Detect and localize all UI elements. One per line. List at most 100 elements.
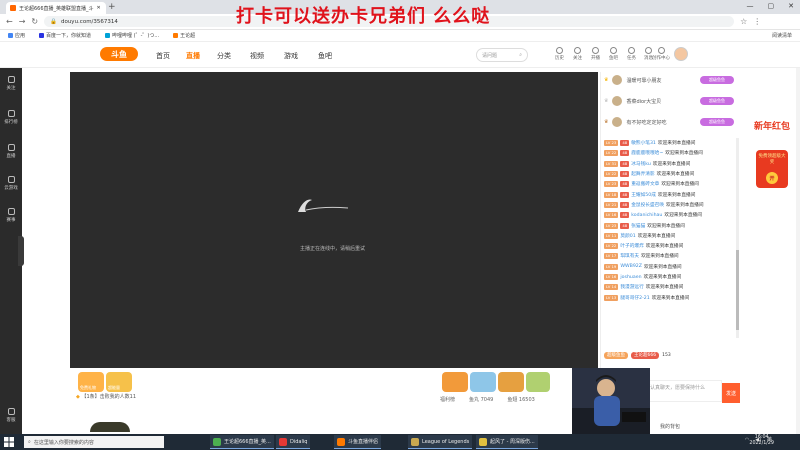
nav-live[interactable]: 直播 [186, 51, 200, 61]
gift-label: 超能量 [108, 385, 120, 390]
chat-username[interactable]: joshuaen [620, 275, 641, 280]
chat-username[interactable]: 叶子的爆炸 [620, 243, 643, 249]
taskbar-clock[interactable]: 16:04 2022/1/29 [749, 435, 774, 447]
loading-swoosh-icon [298, 199, 349, 212]
gift-item-1[interactable] [442, 372, 468, 392]
new-tab-button[interactable]: + [108, 2, 116, 12]
close-window-button[interactable]: ✕ [788, 2, 794, 10]
maximize-button[interactable]: ▢ [768, 2, 775, 10]
reading-list[interactable]: 阅读清单 [772, 32, 792, 39]
back-icon[interactable]: ← [6, 17, 13, 26]
user-level-badge: LV 21 [604, 201, 619, 208]
page-scrollbar[interactable] [796, 68, 800, 434]
site-favicon-icon [10, 5, 16, 11]
nav-game[interactable]: 游戏 [284, 51, 298, 61]
crown-icon: ♛ [604, 119, 609, 125]
sidebar-item-rank[interactable]: 排行榜 [0, 110, 22, 125]
sidebar-collapse-handle[interactable] [18, 236, 24, 266]
footer-count: 153 [662, 352, 671, 358]
chat-username[interactable]: 起舞弄清影 [631, 171, 654, 177]
tab-close-icon[interactable]: ✕ [97, 5, 101, 11]
new-year-red-packet-title[interactable]: 新年红包 [754, 122, 790, 132]
browser-tab[interactable]: 王论超666直播_英雄联盟直播_斗 ✕ [6, 2, 106, 14]
header-follow[interactable]: 关注 [573, 47, 582, 61]
chat-username[interactable]: 敏熊小笔31 [631, 140, 656, 146]
sidebar-item-cloudgame[interactable]: 云游戏 [0, 176, 22, 191]
windows-start-icon[interactable] [4, 437, 14, 447]
chat-username[interactable]: 张猫猫 [631, 223, 645, 229]
sidebar-item-live[interactable]: 直播 [0, 144, 22, 159]
sidebar-item-support[interactable]: 客服 [0, 408, 22, 423]
user-level-badge: LV 17 [604, 253, 619, 260]
chat-username[interactable]: 王耀如50成 [631, 192, 656, 198]
bookmark-label: 哔哩哔哩 (゜-゜)つ... [112, 33, 160, 39]
user-level-badge: LV 13 [604, 294, 619, 301]
bookmark-baidu[interactable]: 百度一下，你就知道 [39, 32, 91, 39]
chat-username[interactable]: 冰马钱ku [631, 161, 651, 167]
header-live[interactable]: 开播 [591, 47, 600, 61]
video-player[interactable] [70, 72, 598, 368]
chat-message: LV 18 48 王耀如50成 欢迎来到本直播间 [604, 189, 740, 199]
bookmark-apps[interactable]: 应用 [8, 32, 25, 39]
search-input[interactable]: 请问题 ⌕ [476, 48, 528, 62]
taskbar-app-label: 斗鱼直播伴侣 [348, 439, 379, 445]
bookmark-wlc[interactable]: 王论超 [173, 32, 195, 39]
free-gift-button[interactable]: 免费礼物 [78, 372, 104, 392]
anchor-badge-icon [90, 422, 130, 432]
taskbar-app-music[interactable]: 起风了 - 周深版伤... [476, 435, 538, 449]
minimize-button[interactable]: — [747, 2, 754, 10]
backpack-link[interactable]: 我的背包 [660, 423, 680, 430]
star-icon[interactable]: ☆ [740, 17, 747, 26]
gift-item-3[interactable] [498, 372, 524, 392]
user-avatar[interactable] [674, 47, 688, 61]
gift-item-2[interactable] [470, 372, 496, 392]
chat-username[interactable]: WWB92Z [620, 264, 642, 269]
chat-username[interactable]: 我漫游远行 [620, 284, 643, 290]
bilibili-icon [105, 33, 111, 38]
reload-icon[interactable]: ↻ [31, 17, 38, 26]
gift-item-4[interactable] [526, 372, 550, 392]
fan-badge: 48 [620, 212, 630, 219]
bookmark-bilibili[interactable]: 哔哩哔哩 (゜-゜)つ... [105, 32, 159, 39]
chat-username[interactable]: 琪琪有夫 [620, 253, 639, 259]
chat-scrollbar-thumb[interactable] [736, 250, 739, 330]
taskbar-search[interactable]: ⌕ 在这里输入你要搜索的内容 [24, 436, 164, 448]
taskbar-app-didaliq[interactable]: Didaliq [276, 435, 311, 449]
user-level-badge: LV 22 [604, 150, 619, 157]
nav-fishbar[interactable]: 鱼吧 [318, 51, 332, 61]
sidebar-item-esports[interactable]: 赛事 [0, 208, 22, 223]
send-button[interactable]: 发送 [722, 383, 740, 403]
super-energy-button[interactable]: 超能量 [106, 372, 132, 392]
promo-open-button[interactable]: 开 [766, 172, 778, 184]
avatar [612, 117, 623, 127]
search-icon[interactable]: ⌕ [519, 52, 522, 58]
rank-row[interactable]: ♛ 温暖可靠小朋友 超级鱼鱼 [604, 73, 738, 87]
douyu-logo[interactable]: 斗鱼 [100, 47, 138, 61]
chat-input[interactable]: 认真聊天，愿要保持什么 [646, 380, 722, 402]
menu-icon[interactable]: ⋮ [753, 17, 761, 26]
header-history[interactable]: 历史 [555, 47, 564, 61]
taskbar-app-chrome[interactable]: 王论超666直播_英... [210, 435, 274, 449]
chat-username[interactable]: 腿哥哥仔2-21 [620, 295, 649, 301]
taskbar-app-lol[interactable]: League of Legends [408, 435, 473, 449]
chat-username[interactable]: 重返搬砖文章 [631, 181, 659, 187]
chat-username[interactable]: 金鼠投长盛召唤 [631, 202, 664, 208]
taskbar-app-douyu-assistant[interactable]: 斗鱼直播伴侣 [334, 435, 382, 449]
nav-home[interactable]: 首页 [156, 51, 170, 61]
nav-video[interactable]: 视频 [250, 51, 264, 61]
heart-icon [7, 76, 15, 83]
rank-row[interactable]: ♛ 有不好吃定定好吃 超级鱼鱼 [604, 115, 738, 129]
sidebar-item-follow[interactable]: 关注 [0, 76, 22, 91]
chat-username[interactable]: 莫颜01 [620, 233, 635, 239]
nav-category[interactable]: 分类 [217, 51, 231, 61]
welfare-rank-link[interactable]: 福利榜 [440, 396, 455, 403]
baidu-icon [39, 33, 45, 38]
header-task[interactable]: 任务 [627, 47, 636, 61]
rank-row[interactable]: ♛ 香菜dior大宝贝 超级鱼鱼 [604, 94, 738, 108]
chat-username[interactable]: 鹿鹿鹿哦哦哈~ [631, 150, 663, 156]
chat-username[interactable]: kodanichihau [631, 213, 662, 218]
fan-badge: 48 [620, 140, 630, 147]
header-fishbar[interactable]: 鱼吧 [609, 47, 618, 61]
forward-icon[interactable]: → [19, 17, 26, 26]
header-creator[interactable]: 创作中心 [652, 47, 670, 61]
